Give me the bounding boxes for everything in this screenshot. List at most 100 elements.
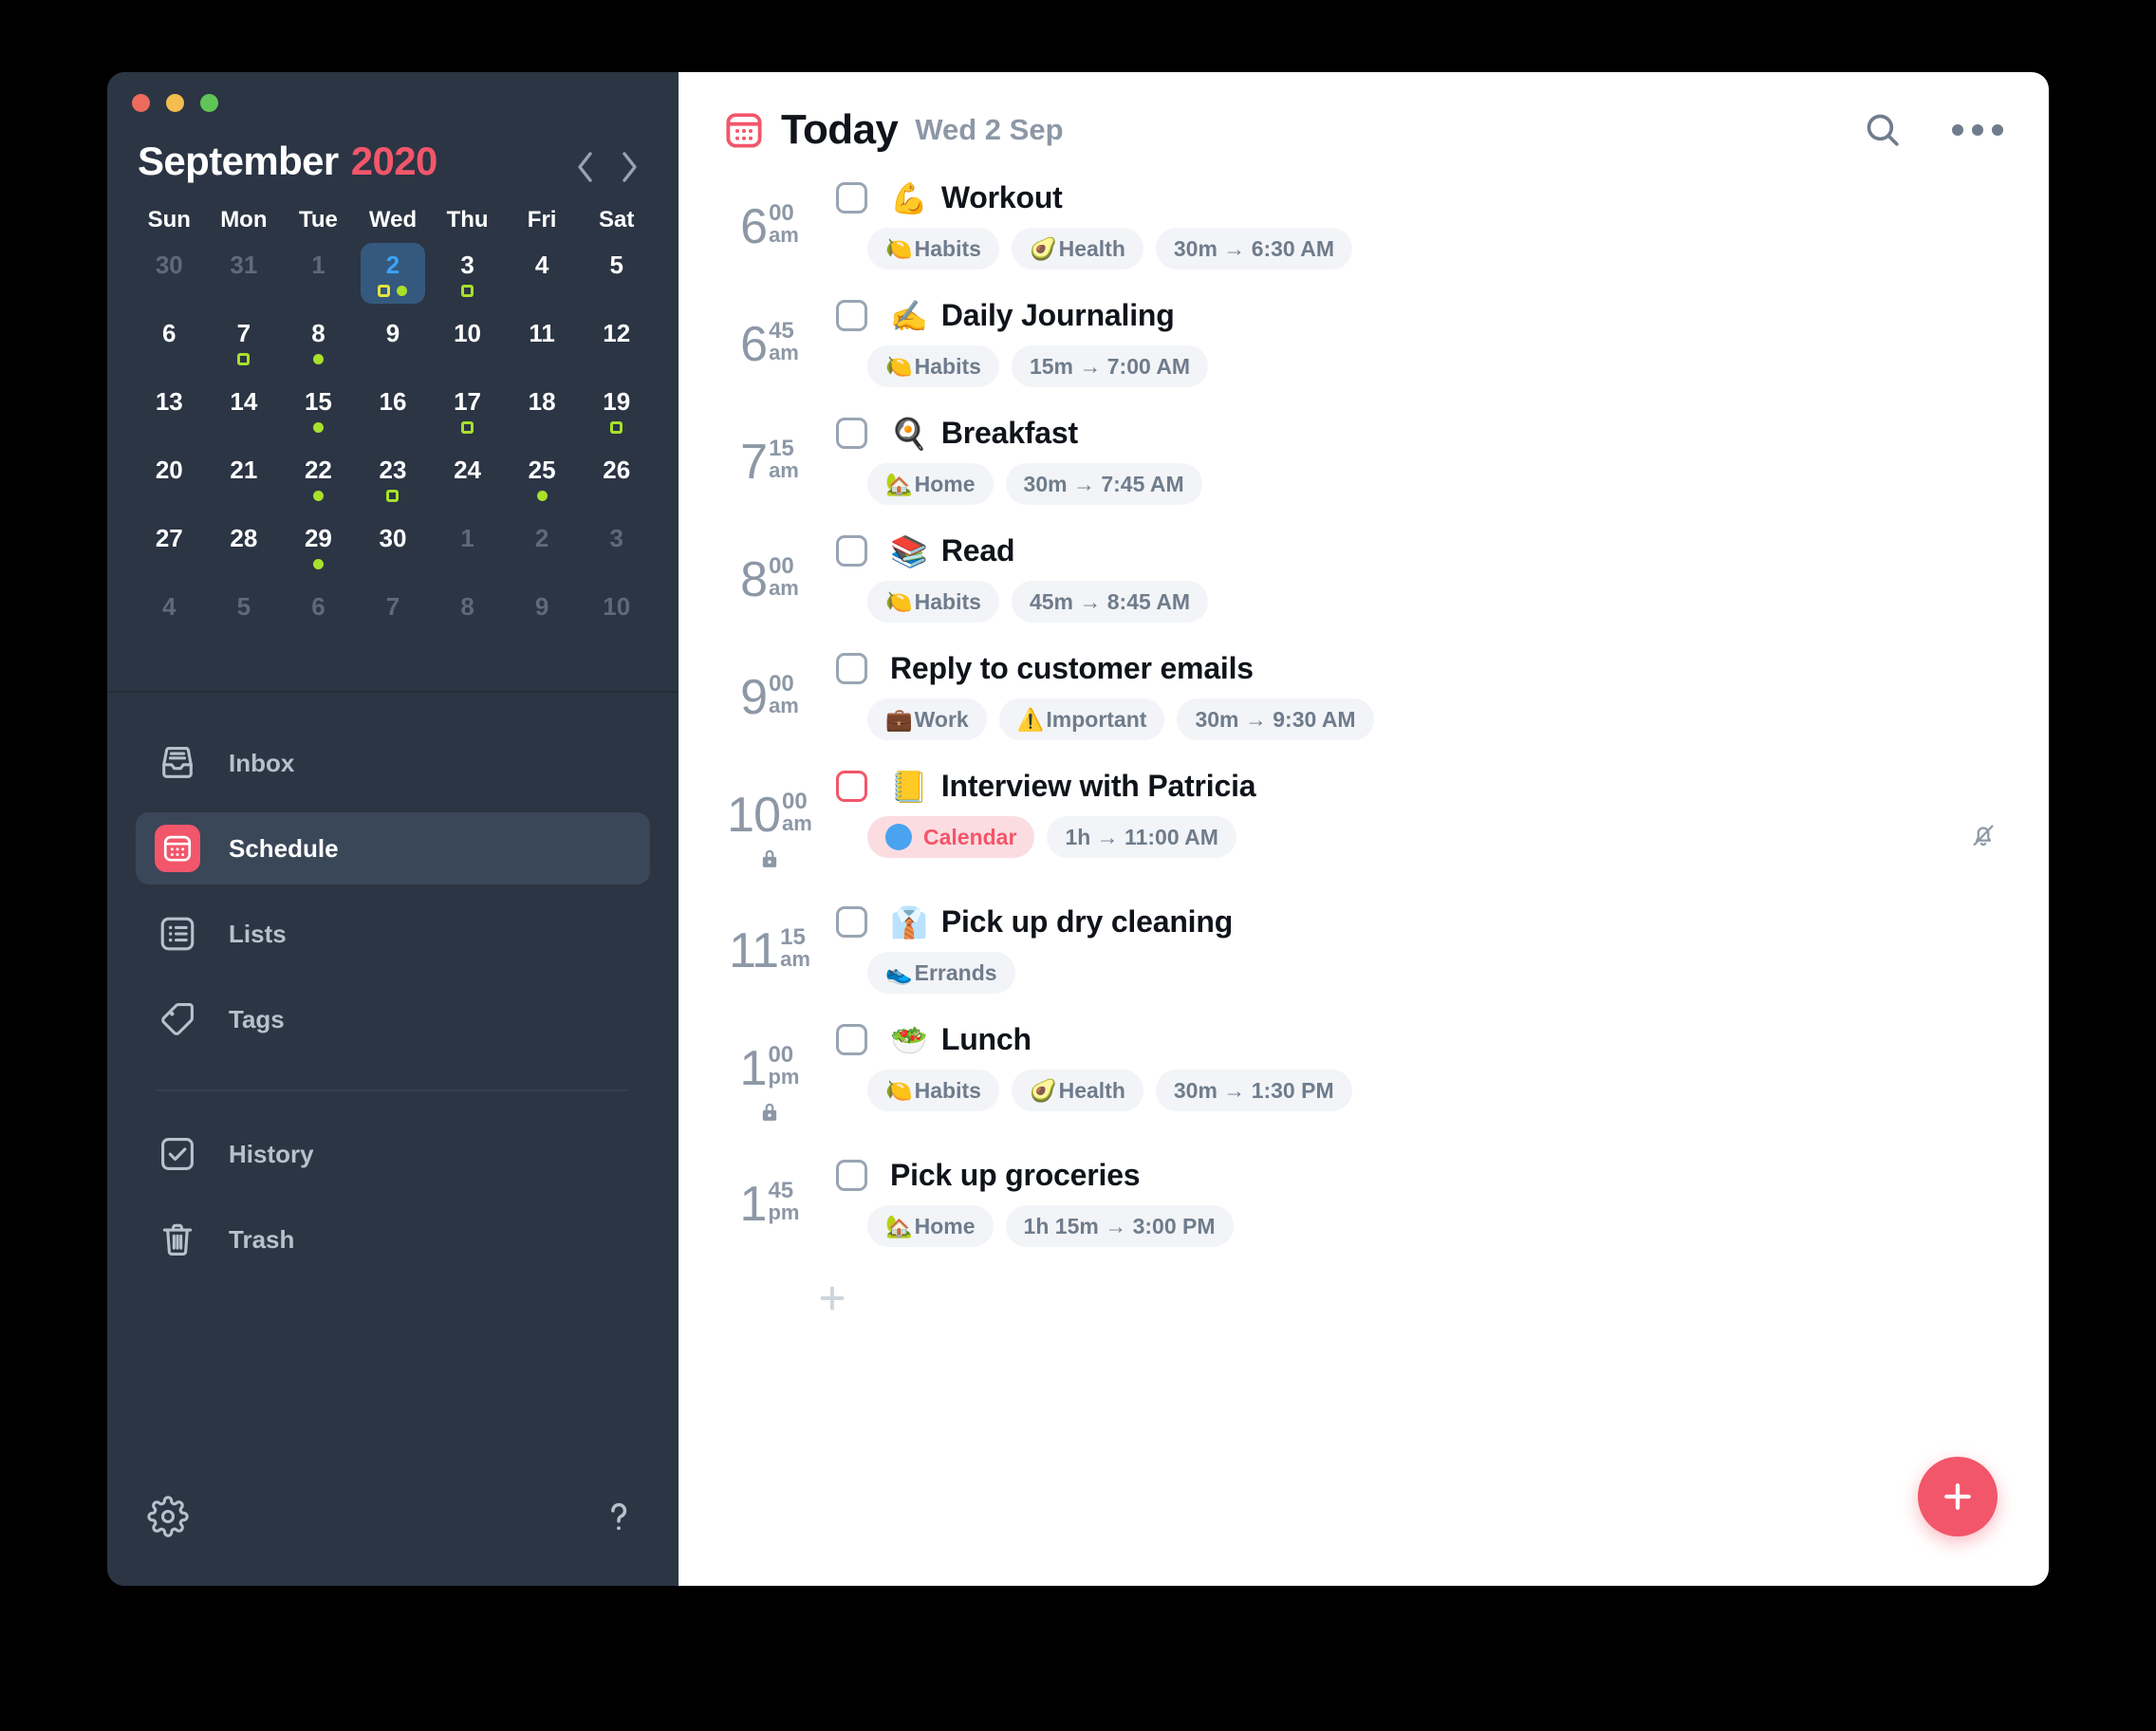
task-checkbox[interactable] — [836, 300, 867, 331]
task-pill[interactable]: 🏡 Home — [867, 463, 994, 505]
task-pill[interactable]: 30m → 9:30 AM — [1177, 698, 1374, 740]
calendar-day-cell[interactable]: 9 — [356, 317, 431, 385]
task-pill[interactable]: 💼 Work — [867, 698, 987, 740]
add-task-row[interactable] — [678, 1262, 2049, 1320]
sidebar-item-history[interactable]: History — [136, 1118, 650, 1190]
calendar-day-cell[interactable]: 4 — [505, 249, 580, 317]
calendar-day-cell[interactable]: 1 — [430, 522, 505, 590]
task-pill[interactable]: 1h → 11:00 AM — [1047, 816, 1236, 858]
calendar-day-cell[interactable]: 20 — [132, 454, 207, 522]
task-row[interactable]: 1 45 pm Pick up groceries 🏡 Home 1h 15m → 3:00… — [724, 1145, 2003, 1262]
task-row[interactable]: 10 00 am 📒 Interview with Patricia Calendar 1h… — [724, 755, 2003, 891]
task-checkbox[interactable] — [836, 535, 867, 567]
calendar-day-cell[interactable]: 3 — [579, 522, 654, 590]
task-row[interactable]: 7 15 am 🍳 Breakfast 🏡 Home 30m → 7:45 AM — [724, 402, 2003, 520]
calendar-day-cell[interactable]: 16 — [356, 385, 431, 454]
calendar-day-cell[interactable]: 8 — [430, 590, 505, 659]
task-pill[interactable]: 45m → 8:45 AM — [1011, 581, 1209, 623]
task-pill[interactable]: 🍋 Habits — [867, 581, 999, 623]
chevron-right-icon[interactable] — [620, 151, 641, 182]
calendar-day-cell[interactable]: 12 — [579, 317, 654, 385]
task-checkbox[interactable] — [836, 1160, 867, 1191]
task-pill[interactable]: 🍋 Habits — [867, 228, 999, 270]
calendar-day-cell[interactable]: 4 — [132, 590, 207, 659]
task-row[interactable]: 6 00 am 💪 Workout 🍋 Habits 🥑 Health 30m → 6:30 AM — [724, 167, 2003, 285]
calendar-day-number: 29 — [304, 524, 332, 552]
calendar-day-cell[interactable]: 13 — [132, 385, 207, 454]
task-pill[interactable]: 🏡 Home — [867, 1205, 994, 1247]
task-pill[interactable]: 👟 Errands — [867, 952, 1015, 994]
task-row[interactable]: 6 45 am ✍️ Daily Journaling 🍋 Habits 15m → 7:00… — [724, 285, 2003, 402]
calendar-day-cell[interactable]: 8 — [281, 317, 356, 385]
search-icon[interactable] — [1863, 110, 1903, 150]
task-checkbox[interactable] — [836, 771, 867, 802]
calendar-day-cell[interactable]: 25 — [505, 454, 580, 522]
calendar-day-cell[interactable]: 29 — [281, 522, 356, 590]
task-checkbox[interactable] — [836, 418, 867, 449]
task-pill[interactable]: 15m → 7:00 AM — [1011, 345, 1209, 387]
calendar-day-cell[interactable]: 10 — [579, 590, 654, 659]
calendar-day-cell[interactable]: 22 — [281, 454, 356, 522]
plus-icon[interactable] — [815, 1286, 849, 1319]
sidebar-item-schedule[interactable]: Schedule — [136, 812, 650, 884]
task-pill[interactable]: Calendar — [867, 816, 1035, 858]
gear-icon[interactable] — [147, 1496, 189, 1542]
task-checkbox[interactable] — [836, 653, 867, 684]
task-pill[interactable]: 30m → 7:45 AM — [1005, 463, 1202, 505]
calendar-day-cell[interactable]: 2 — [505, 522, 580, 590]
calendar-day-cell[interactable]: 14 — [207, 385, 282, 454]
calendar-day-cell[interactable]: 7 — [356, 590, 431, 659]
zoom-button[interactable] — [200, 94, 218, 112]
task-pill[interactable]: 30m → 1:30 PM — [1155, 1070, 1352, 1111]
sidebar-item-lists[interactable]: Lists — [136, 898, 650, 970]
new-task-fab[interactable] — [1918, 1457, 1998, 1536]
calendar-day-cell[interactable]: 27 — [132, 522, 207, 590]
calendar-day-cell[interactable]: 24 — [430, 454, 505, 522]
task-row[interactable]: 8 00 am 📚 Read 🍋 Habits 45m → 8:45 AM — [724, 520, 2003, 638]
calendar-day-cell[interactable]: 26 — [579, 454, 654, 522]
task-row[interactable]: 11 15 am 👔 Pick up dry cleaning 👟 Errands — [724, 891, 2003, 1009]
calendar-day-cell[interactable]: 7 — [207, 317, 282, 385]
calendar-day-cell[interactable]: 2 — [356, 243, 431, 317]
calendar-day-cell[interactable]: 18 — [505, 385, 580, 454]
sidebar-item-inbox[interactable]: Inbox — [136, 727, 650, 799]
calendar-day-cell[interactable]: 6 — [132, 317, 207, 385]
calendar-day-cell[interactable]: 11 — [505, 317, 580, 385]
task-pill[interactable]: 🥑 Health — [1011, 228, 1143, 270]
task-checkbox[interactable] — [836, 1024, 867, 1055]
task-pill[interactable]: ⚠️ Important — [998, 698, 1165, 740]
calendar-day-cell[interactable]: 31 — [207, 249, 282, 317]
task-pill[interactable]: 🍋 Habits — [867, 1070, 999, 1111]
calendar-day-cell[interactable]: 6 — [281, 590, 356, 659]
calendar-day-cell[interactable]: 30 — [132, 249, 207, 317]
sidebar-item-trash[interactable]: Trash — [136, 1203, 650, 1275]
task-pill[interactable]: 🍋 Habits — [867, 345, 999, 387]
more-options-icon[interactable] — [1952, 124, 2003, 136]
task-pill[interactable]: 30m → 6:30 AM — [1155, 228, 1353, 270]
task-pill[interactable]: 🥑 Health — [1011, 1070, 1143, 1111]
calendar-day-cell[interactable]: 10 — [430, 317, 505, 385]
calendar-day-cell[interactable]: 3 — [430, 249, 505, 317]
task-row[interactable]: 9 00 am Reply to customer emails 💼 Work ⚠️ Impo… — [724, 638, 2003, 755]
minimize-button[interactable] — [166, 94, 184, 112]
calendar-day-cell[interactable]: 30 — [356, 522, 431, 590]
calendar-day-cell[interactable]: 15 — [281, 385, 356, 454]
sidebar-item-tags[interactable]: Tags — [136, 983, 650, 1055]
task-row[interactable]: 1 00 pm 🥗 Lunch 🍋 Habits 🥑 Health 30m → 1:30 PM — [724, 1009, 2003, 1145]
calendar-day-cell[interactable]: 28 — [207, 522, 282, 590]
calendar-day-cell[interactable]: 1 — [281, 249, 356, 317]
chevron-left-icon[interactable] — [574, 151, 595, 182]
bell-muted-icon[interactable] — [1969, 821, 1998, 854]
calendar-day-cell[interactable]: 21 — [207, 454, 282, 522]
calendar-day-cell[interactable]: 9 — [505, 590, 580, 659]
task-pill[interactable]: 1h 15m → 3:00 PM — [1005, 1205, 1234, 1247]
calendar-day-cell[interactable]: 5 — [579, 249, 654, 317]
calendar-day-cell[interactable]: 5 — [207, 590, 282, 659]
help-icon[interactable] — [599, 1497, 639, 1541]
calendar-day-cell[interactable]: 23 — [356, 454, 431, 522]
task-checkbox[interactable] — [836, 182, 867, 214]
close-button[interactable] — [132, 94, 150, 112]
calendar-day-cell[interactable]: 19 — [579, 385, 654, 454]
task-checkbox[interactable] — [836, 906, 867, 938]
calendar-day-cell[interactable]: 17 — [430, 385, 505, 454]
